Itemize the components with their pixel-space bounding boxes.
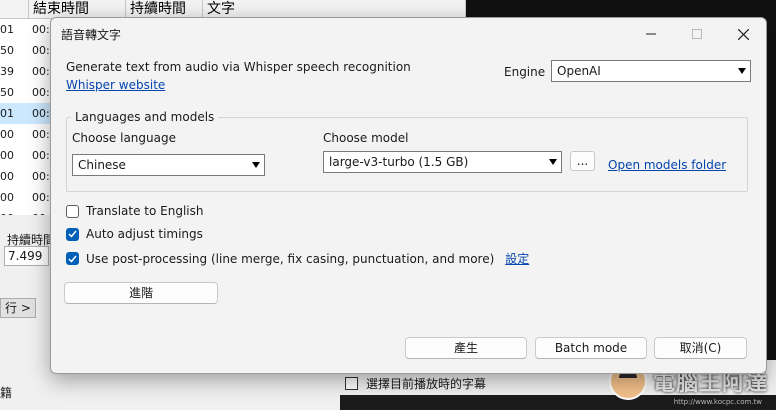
browse-model-button[interactable]: ...	[570, 151, 595, 171]
close-icon	[737, 28, 749, 40]
row-start-cell: 00	[0, 191, 14, 204]
cancel-button[interactable]: 取消(C)	[654, 337, 747, 359]
translate-row[interactable]: Translate to English	[66, 204, 204, 218]
dialog-title: 語音轉文字	[61, 28, 122, 42]
chevron-down-icon	[252, 162, 260, 168]
follow-playback-checkbox[interactable]	[345, 377, 358, 390]
row-start-cell: 50	[0, 86, 14, 99]
next-line-button[interactable]: 行 >	[0, 298, 36, 318]
chevron-down-icon	[738, 68, 746, 74]
auto-adjust-row[interactable]: Auto adjust timings	[66, 227, 203, 241]
close-button[interactable]	[720, 18, 766, 50]
group-title: Languages and models	[71, 110, 219, 124]
post-processing-label: Use post-processing (line merge, fix cas…	[86, 251, 495, 266]
batch-mode-button[interactable]: Batch mode	[535, 337, 647, 359]
engine-value: OpenAI	[557, 64, 601, 78]
row-start-cell: 50	[0, 44, 14, 57]
translate-label: Translate to English	[86, 204, 204, 218]
duration-input[interactable]: 7.499	[4, 246, 49, 266]
column-duration[interactable]: 持續時間	[125, 0, 202, 18]
auto-adjust-checkbox[interactable]	[66, 227, 79, 241]
row-start-cell: 00	[0, 170, 14, 183]
minimize-icon	[646, 33, 656, 35]
row-start-cell: 01	[0, 107, 14, 120]
model-select[interactable]: large-v3-turbo (1.5 GB)	[323, 151, 562, 173]
follow-playback-label: 選擇目前播放時的字幕	[366, 377, 487, 391]
minimize-button[interactable]	[628, 18, 674, 50]
bottom-left-text: 籍	[0, 386, 13, 400]
post-processing-checkbox[interactable]	[66, 252, 79, 265]
column-end-time[interactable]: 結束時間	[28, 0, 125, 18]
translate-checkbox[interactable]	[66, 204, 79, 218]
maximize-button[interactable]	[674, 18, 720, 50]
row-start-cell: 00	[0, 149, 14, 162]
whisper-website-link[interactable]: Whisper website	[66, 78, 165, 92]
description-text: Generate text from audio via Whisper spe…	[66, 60, 411, 74]
watermark-url: http://www.kocpc.com.tw	[673, 398, 762, 406]
open-models-folder-link[interactable]: Open models folder	[608, 158, 726, 172]
model-value: large-v3-turbo (1.5 GB)	[329, 155, 469, 169]
engine-select[interactable]: OpenAI	[551, 60, 751, 82]
check-icon	[68, 230, 77, 238]
column-text[interactable]: 文字	[202, 0, 287, 18]
choose-language-label: Choose language	[72, 131, 176, 145]
speech-to-text-dialog: 語音轉文字 Generate text from audio via Whisp…	[50, 17, 767, 374]
advanced-button[interactable]: 進階	[64, 282, 218, 304]
follow-playback-row[interactable]: 選擇目前播放時的字幕	[345, 375, 486, 392]
auto-adjust-label: Auto adjust timings	[86, 227, 203, 241]
dialog-titlebar[interactable]: 語音轉文字	[51, 18, 766, 50]
check-icon	[68, 255, 77, 263]
choose-model-label: Choose model	[323, 131, 409, 145]
language-select[interactable]: Chinese	[72, 154, 265, 176]
engine-label: Engine	[504, 65, 546, 79]
language-value: Chinese	[78, 158, 126, 172]
row-start-cell: 00	[0, 128, 14, 141]
maximize-icon	[692, 29, 702, 39]
post-processing-settings-link[interactable]: 設定	[505, 250, 529, 267]
post-processing-row[interactable]: Use post-processing (line merge, fix cas…	[66, 250, 529, 267]
row-start-cell: 01	[0, 23, 14, 36]
chevron-down-icon	[549, 159, 557, 165]
row-start-cell: 39	[0, 65, 14, 78]
generate-button[interactable]: 產生	[405, 337, 527, 359]
